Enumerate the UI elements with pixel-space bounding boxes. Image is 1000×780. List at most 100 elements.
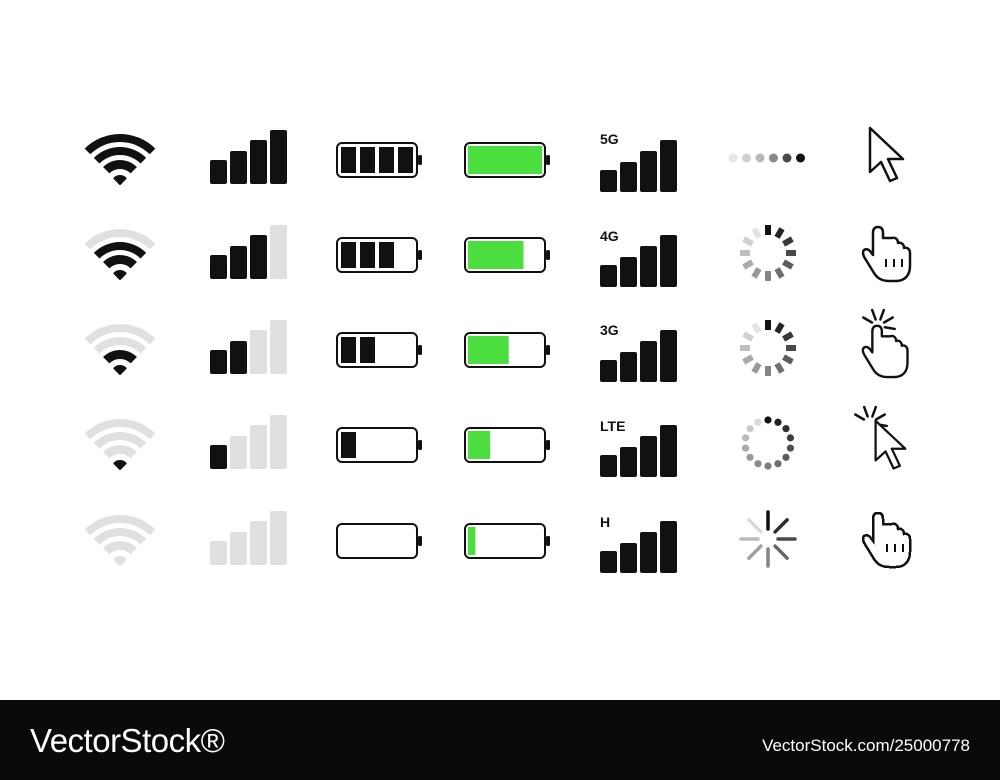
loader-segment — [782, 236, 794, 247]
footer-image-id: VectorStock.com/25000778 — [762, 736, 970, 755]
battery-charge-icon — [464, 332, 550, 368]
wifi-dot — [113, 175, 127, 185]
wifi-icon — [84, 324, 156, 375]
battery-segment — [379, 147, 394, 173]
network-signal-bars — [600, 425, 677, 477]
signal-bar — [230, 341, 247, 374]
signal-bar — [640, 246, 657, 287]
loader-dot — [754, 460, 762, 468]
battery-level-icon — [336, 427, 422, 463]
arrow-cursor-icon — [868, 126, 905, 183]
loader-segment — [742, 354, 754, 365]
loader-ray — [747, 518, 763, 534]
signal-bar — [250, 425, 267, 469]
loader-dot — [782, 453, 790, 461]
battery-fill — [468, 431, 491, 459]
network-signal-bars — [600, 235, 677, 287]
signal-strength-icon — [210, 130, 287, 184]
hand-pointer-icon — [861, 225, 912, 283]
wifi-arc — [103, 160, 137, 174]
loader-dot — [755, 153, 765, 163]
signal-bar — [270, 225, 287, 279]
pixel-hand-cursor-icon — [861, 511, 912, 569]
signal-bar — [660, 521, 677, 573]
loader-segment — [774, 227, 785, 239]
signal-bar — [250, 235, 267, 279]
battery-segment — [341, 242, 356, 268]
loader-dot — [769, 153, 778, 163]
battery-charge-icon — [464, 427, 550, 463]
loading-spinner-icon — [741, 416, 795, 470]
loader-dot — [746, 425, 754, 433]
battery-level-icon — [336, 523, 422, 559]
signal-bar — [640, 341, 657, 382]
loader-segment — [782, 354, 794, 365]
loader-dot — [782, 153, 792, 163]
loading-spinner-icon — [739, 510, 797, 568]
loader-dot — [764, 416, 772, 424]
wifi-arc — [103, 445, 137, 459]
signal-bar — [660, 425, 677, 477]
loader-dot — [796, 153, 805, 163]
signal-bar — [620, 162, 637, 192]
battery-level-icon — [336, 237, 422, 273]
wifi-arc — [103, 541, 137, 555]
battery-segment — [341, 337, 356, 363]
network-signal-bars — [600, 330, 677, 382]
loader-dot — [742, 153, 751, 163]
signal-bar — [250, 521, 267, 565]
loader-dot — [746, 453, 754, 461]
battery-outline — [464, 523, 550, 559]
loader-segment — [774, 322, 785, 334]
signal-bar — [230, 151, 247, 184]
loading-spinner-icon — [740, 320, 796, 376]
loader-segment — [751, 267, 762, 279]
signal-bar — [620, 447, 637, 477]
footer-bar: VectorStock® VectorStock.com/25000778 — [0, 700, 1000, 780]
signal-bar — [600, 265, 617, 287]
signal-bar — [270, 511, 287, 565]
signal-bar — [660, 140, 677, 192]
loader-dot — [728, 153, 738, 163]
loader-segment — [751, 322, 762, 334]
loader-ray — [747, 544, 763, 560]
battery-charge-icon — [464, 142, 550, 178]
battery-segment — [341, 147, 356, 173]
wifi-dot — [113, 460, 127, 470]
wifi-icon — [84, 134, 156, 185]
loader-ray — [773, 544, 789, 560]
loader-segment — [742, 259, 754, 270]
network-signal-bars — [600, 521, 677, 573]
signal-bar — [600, 455, 617, 477]
battery-outline — [336, 523, 422, 559]
loader-dot — [741, 434, 750, 442]
battery-fill — [468, 241, 524, 269]
wifi-arc — [103, 350, 137, 364]
loader-segment — [782, 259, 794, 270]
footer-brand: VectorStock® — [30, 722, 225, 759]
loader-segment — [774, 362, 785, 374]
battery-fill — [468, 336, 509, 364]
signal-bar — [600, 360, 617, 382]
signal-bar — [270, 130, 287, 184]
signal-bar — [230, 532, 247, 565]
battery-level-icon — [336, 332, 422, 368]
signal-bar — [210, 350, 227, 374]
battery-level-icon — [336, 142, 422, 178]
signal-strength-icon — [210, 320, 287, 374]
loader-segment — [774, 267, 785, 279]
loader-dot — [786, 434, 795, 442]
signal-bar — [270, 320, 287, 374]
signal-bar — [210, 255, 227, 279]
battery-fill — [468, 527, 476, 555]
wifi-icon — [84, 515, 156, 566]
network-signal-bars — [600, 140, 677, 192]
wifi-dot — [113, 556, 127, 566]
wifi-dot — [113, 365, 127, 375]
loader-dot — [754, 418, 762, 426]
arrow-click-icon — [854, 405, 907, 470]
signal-strength-icon — [210, 511, 287, 565]
icon-grid: 5G 4G 3G LTE H — [0, 0, 1000, 700]
battery-segment — [360, 147, 375, 173]
loader-ray — [773, 518, 789, 534]
